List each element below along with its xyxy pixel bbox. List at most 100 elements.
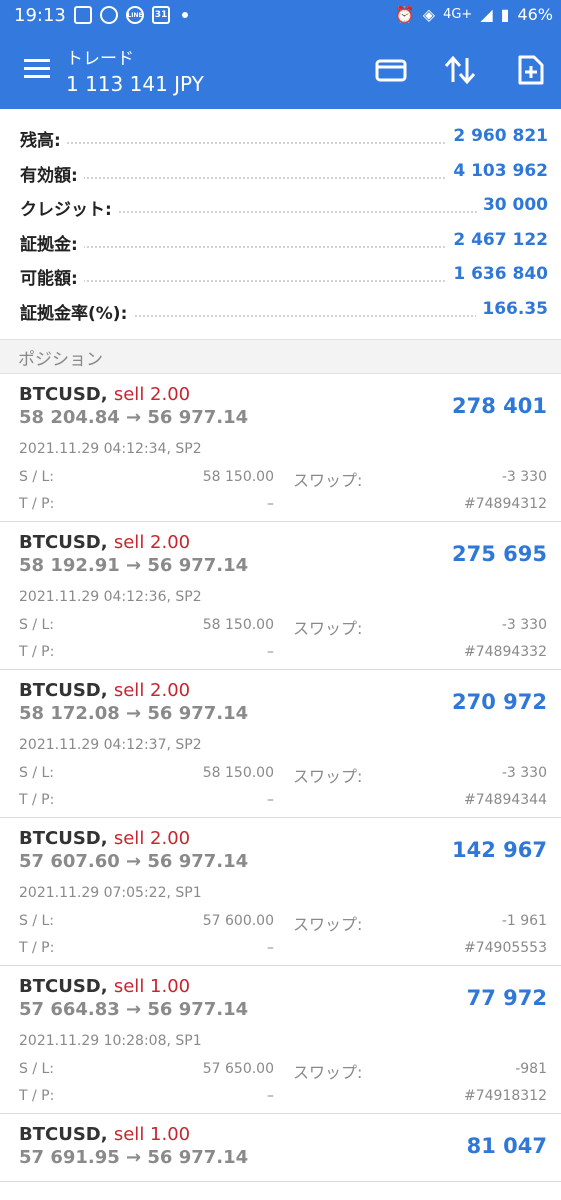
positions-section-header: ポジション [0, 339, 561, 374]
chat-bubble-icon [100, 6, 118, 24]
position-side: sell 1.00 [113, 1124, 191, 1145]
position-item[interactable]: BTCUSD, sell 2.00 58 172.08 → 56 977.14 … [0, 670, 561, 818]
take-profit-value: – [267, 1088, 274, 1104]
position-symbol: BTCUSD, [19, 976, 108, 997]
position-prices: 57 607.60 → 56 977.14 [19, 851, 249, 872]
stop-loss-label: S / L: [19, 469, 55, 485]
position-item[interactable]: BTCUSD, sell 2.00 58 192.91 → 56 977.14 … [0, 522, 561, 670]
position-prices: 58 204.84 → 56 977.14 [19, 407, 249, 428]
summary-row-margin-level: 証拠金率(%): 166.35 [0, 293, 561, 328]
stop-loss-value: 57 600.00 [202, 913, 274, 929]
position-symbol: BTCUSD, [19, 532, 108, 553]
swap-value: -1 961 [501, 913, 547, 929]
stop-loss-value: 57 650.00 [202, 1061, 274, 1077]
account-balance-line: 1 113 141 JPY [66, 72, 204, 96]
position-item[interactable]: BTCUSD, sell 2.00 57 607.60 → 56 977.14 … [0, 818, 561, 966]
swap-label: スワップ: [293, 767, 363, 786]
swap-value: -3 330 [501, 469, 547, 485]
position-open-time: 2021.11.29 07:05:22, SP1 [19, 885, 202, 901]
gallery-icon [74, 6, 92, 24]
take-profit-value: – [267, 792, 274, 808]
swap-value: -3 330 [501, 765, 547, 781]
swap-value: -981 [515, 1061, 547, 1077]
position-item[interactable]: BTCUSD, sell 1.00 57 691.95 → 56 977.14 … [0, 1114, 561, 1182]
summary-row-balance: 残高: 2 960 821 [0, 120, 561, 155]
position-prices: 58 172.08 → 56 977.14 [19, 703, 249, 724]
summary-label: 残高: [20, 126, 67, 151]
page-title: トレード [66, 49, 134, 69]
take-profit-label: T / P: [19, 792, 55, 808]
swap-label: スワップ: [293, 619, 363, 638]
more-notifications-icon [182, 12, 188, 18]
summary-label: 証拠金率(%): [20, 298, 134, 324]
position-symbol-line: BTCUSD, sell 2.00 [19, 828, 190, 849]
take-profit-label: T / P: [19, 644, 55, 660]
alarm-icon: ⏰ [394, 5, 415, 24]
battery-level: 46% [517, 5, 553, 24]
notification-icons: LINE 31 [74, 6, 188, 24]
summary-label: 可能額: [20, 264, 84, 289]
position-open-time: 2021.11.29 04:12:37, SP2 [19, 737, 202, 753]
position-side: sell 2.00 [113, 828, 191, 849]
stop-loss-value: 58 150.00 [202, 617, 274, 633]
position-side: sell 2.00 [113, 384, 191, 405]
menu-icon[interactable] [24, 59, 50, 79]
take-profit-label: T / P: [19, 940, 55, 956]
summary-value: 2 467 122 [447, 229, 548, 250]
position-symbol-line: BTCUSD, sell 2.00 [19, 532, 190, 553]
swap-label: スワップ: [293, 915, 363, 934]
stop-loss-label: S / L: [19, 913, 55, 929]
take-profit-label: T / P: [19, 1088, 55, 1104]
summary-value: 1 636 840 [447, 264, 548, 284]
status-time: 19:13 [14, 5, 66, 26]
ticket-number: #74918312 [464, 1088, 547, 1104]
position-side: sell 2.00 [113, 680, 191, 701]
position-symbol: BTCUSD, [19, 680, 108, 701]
stop-loss-label: S / L: [19, 765, 55, 781]
summary-row-equity: 有効額: 4 103 962 [0, 155, 561, 190]
stop-loss-label: S / L: [19, 617, 55, 633]
position-prices: 57 691.95 → 56 977.14 [19, 1147, 249, 1168]
ticket-number: #74894332 [464, 644, 547, 660]
status-bar: 19:13 LINE 31 ⏰ ◈ 4G+ ◢ ▮ 46% [0, 0, 561, 32]
position-profit: 77 972 [466, 986, 547, 1010]
position-symbol-line: BTCUSD, sell 2.00 [19, 384, 190, 405]
summary-row-credit: クレジット: 30 000 [0, 189, 561, 224]
section-title: ポジション [18, 350, 103, 370]
summary-label: 証拠金: [20, 229, 84, 255]
position-open-time: 2021.11.29 04:12:36, SP2 [19, 589, 202, 605]
summary-label: 有効額: [20, 160, 84, 186]
position-open-time: 2021.11.29 04:12:34, SP2 [19, 441, 202, 457]
position-profit: 81 047 [466, 1134, 547, 1158]
payment-card-icon[interactable] [374, 54, 408, 86]
position-item[interactable]: BTCUSD, sell 2.00 58 204.84 → 56 977.14 … [0, 374, 561, 522]
system-icons: ⏰ ◈ 4G+ ◢ ▮ 46% [395, 5, 553, 24]
position-side: sell 2.00 [113, 532, 191, 553]
position-profit: 275 695 [452, 542, 547, 566]
position-symbol-line: BTCUSD, sell 2.00 [19, 680, 190, 701]
swap-label: スワップ: [293, 471, 363, 490]
position-symbol: BTCUSD, [19, 828, 108, 849]
take-profit-value: – [267, 940, 274, 956]
summary-value: 166.35 [476, 298, 548, 319]
new-order-icon[interactable] [514, 54, 548, 86]
summary-row-free-margin: 可能額: 1 636 840 [0, 258, 561, 293]
take-profit-value: – [267, 496, 274, 512]
position-side: sell 1.00 [113, 976, 191, 997]
position-profit: 278 401 [452, 394, 547, 418]
position-profit: 142 967 [452, 838, 547, 862]
position-item[interactable]: BTCUSD, sell 1.00 57 664.83 → 56 977.14 … [0, 966, 561, 1114]
account-summary: 残高: 2 960 821 有効額: 4 103 962 クレジット: 30 0… [0, 120, 561, 327]
positions-list: BTCUSD, sell 2.00 58 204.84 → 56 977.14 … [0, 374, 561, 1182]
battery-icon: ▮ [500, 5, 510, 24]
stop-loss-value: 58 150.00 [202, 469, 274, 485]
sort-icon[interactable] [443, 54, 477, 86]
ticket-number: #74894312 [464, 496, 547, 512]
position-prices: 57 664.83 → 56 977.14 [19, 999, 249, 1020]
stop-loss-value: 58 150.00 [202, 765, 274, 781]
position-symbol: BTCUSD, [19, 384, 108, 405]
position-open-time: 2021.11.29 10:28:08, SP1 [19, 1033, 202, 1049]
summary-value: 30 000 [476, 195, 548, 215]
position-symbol-line: BTCUSD, sell 1.00 [19, 1124, 190, 1145]
line-app-icon: LINE [126, 6, 144, 24]
